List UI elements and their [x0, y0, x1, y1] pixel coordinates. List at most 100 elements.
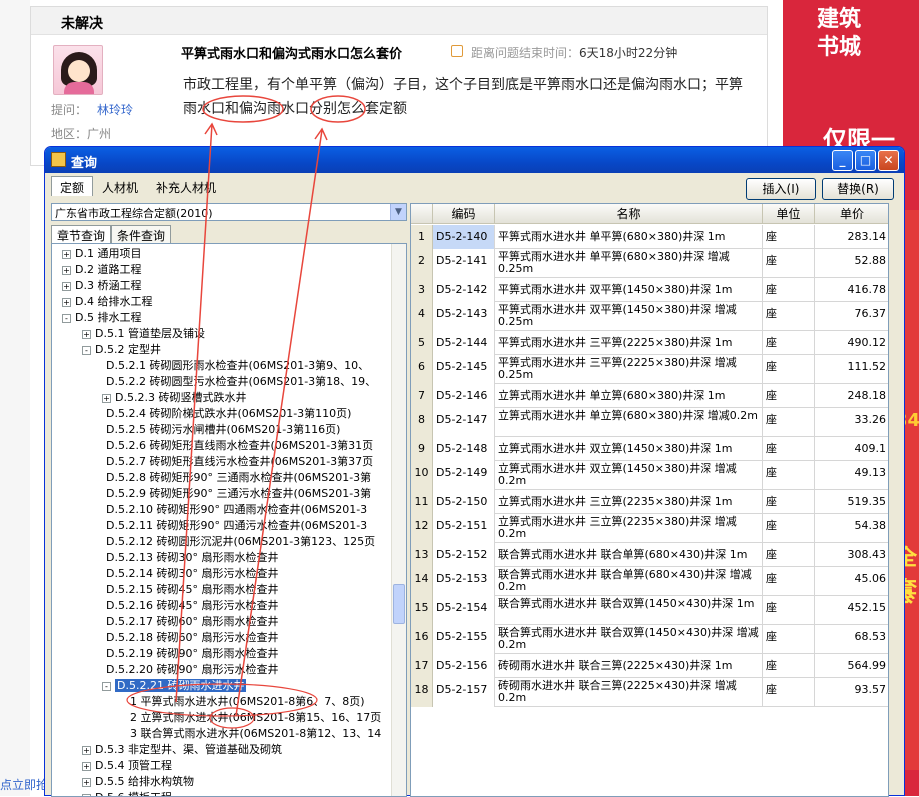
cell-code: D5-2-141 [433, 249, 495, 278]
collapse-icon[interactable]: - [62, 314, 71, 323]
tree-node[interactable]: +D.5.5 给排水构筑物 [82, 774, 194, 790]
tree-node[interactable]: 3 联合箅式雨水进水井(06MS201-8第12、13、14 [126, 726, 381, 742]
column-header-code[interactable]: 编码 [433, 204, 495, 224]
collapse-icon[interactable]: - [82, 346, 91, 355]
tree-node[interactable]: D.5.2.18 砖砌60° 扇形污水检查井 [102, 630, 278, 646]
tree-node[interactable]: D.5.2.8 砖砌矩形90° 三通雨水检查井(06MS201-3第 [102, 470, 371, 486]
expand-icon[interactable]: + [82, 794, 91, 797]
chapter-tree[interactable]: +D.1 通用项目+D.2 道路工程+D.3 桥涵工程+D.4 给排水工程-D.… [51, 243, 407, 797]
tree-node[interactable]: D.5.2.10 砖砌矩形90° 四通雨水检查井(06MS201-3 [102, 502, 367, 518]
expand-icon[interactable]: + [82, 746, 91, 755]
tab-chapter-query[interactable]: 章节查询 [51, 225, 111, 243]
tree-node[interactable]: D.5.2.5 砖砌污水闸槽井(06MS201-3第116页) [102, 422, 340, 438]
cell-code: D5-2-153 [433, 567, 495, 596]
cell-n: 12 [411, 514, 433, 543]
tree-node[interactable]: D.5.2.11 砖砌矩形90° 四通污水检查井(06MS201-3 [102, 518, 367, 534]
tree-node-label: D.5.2.8 砖砌矩形90° 三通雨水检查井(06MS201-3第 [106, 471, 371, 484]
tree-node[interactable]: +D.5.3 非定型井、渠、管道基础及砌筑 [82, 742, 282, 758]
collapse-icon[interactable]: - [102, 682, 111, 691]
table-row[interactable]: 12D5-2-151立箅式雨水进水井 三立箅(2235×380)井深 增减0.2… [411, 514, 889, 543]
tree-node[interactable]: 1 平箅式雨水进水井(06MS201-8第6、7、8页) [126, 694, 365, 710]
expand-icon[interactable]: + [82, 330, 91, 339]
tree-node[interactable]: D.5.2.20 砖砌90° 扇形污水检查井 [102, 662, 278, 678]
table-row[interactable]: 3D5-2-142平箅式雨水进水井 双平箅(1450×380)井深 1m座416… [411, 278, 889, 302]
tree-node[interactable]: D.5.2.13 砖砌30° 扇形雨水检查井 [102, 550, 278, 566]
tree-scrollbar[interactable] [391, 244, 406, 796]
cell-code: D5-2-144 [433, 331, 495, 355]
tree-node[interactable]: D.5.2.2 砖砌圆型污水检查井(06MS201-3第18、19、 [102, 374, 376, 390]
tree-scroll-thumb[interactable] [393, 584, 405, 624]
expand-icon[interactable]: + [62, 282, 71, 291]
table-row[interactable]: 18D5-2-157砖砌雨水进水井 联合三箅(2225×430)井深 增减0.2… [411, 678, 889, 707]
table-row[interactable]: 14D5-2-153联合箅式雨水进水井 联合单箅(680×430)井深 增减0.… [411, 567, 889, 596]
quota-table[interactable]: 编码 名称 单位 单价 1D5-2-140平箅式雨水进水井 单平箅(680×38… [410, 203, 889, 797]
table-row[interactable]: 16D5-2-155联合箅式雨水进水井 联合双箅(1450×430)井深 增减0… [411, 625, 889, 654]
table-row[interactable]: 4D5-2-143平箅式雨水进水井 双平箅(1450×380)井深 增减0.25… [411, 302, 889, 331]
tree-node[interactable]: D.5.2.17 砖砌60° 扇形雨水检查井 [102, 614, 278, 630]
tree-node[interactable]: D.5.2.19 砖砌90° 扇形雨水检查井 [102, 646, 278, 662]
table-row[interactable]: 11D5-2-150立箅式雨水进水井 三立箅(2235×380)井深 1m座51… [411, 490, 889, 514]
tab-quota[interactable]: 定额 [51, 176, 93, 196]
asker-name-link[interactable]: 林玲玲 [97, 103, 133, 117]
cell-name: 立箅式雨水进水井 单立箅(680×380)井深 1m [495, 384, 763, 408]
tree-node[interactable]: +D.5.2.3 砖砌竖槽式跌水井 [102, 390, 246, 406]
close-button[interactable]: ✕ [878, 150, 899, 171]
tree-node[interactable]: 2 立箅式雨水进水井(06MS201-8第15、16、17页 [126, 710, 381, 726]
tree-node[interactable]: -D.5.2.21 砖砌雨水进水井 [102, 678, 246, 694]
tree-node-label: D.5.2.7 砖砌矩形直线污水检查井(06MS201-3第37页 [106, 455, 373, 468]
tree-node[interactable]: +D.1 通用项目 [62, 246, 141, 262]
expand-icon[interactable]: + [62, 266, 71, 275]
minimize-button[interactable]: _ [832, 150, 853, 171]
tree-node-label: D.5.2.13 砖砌30° 扇形雨水检查井 [106, 551, 278, 564]
table-row[interactable]: 8D5-2-147立箅式雨水进水井 单立箅(680×380)井深 增减0.2m座… [411, 408, 889, 437]
table-row[interactable]: 5D5-2-144平箅式雨水进水井 三平箅(2225×380)井深 1m座490… [411, 331, 889, 355]
tree-node[interactable]: D.5.2.15 砖砌45° 扇形雨水检查井 [102, 582, 278, 598]
tree-subtabs: 章节查询 条件查询 [51, 225, 171, 243]
table-row[interactable]: 7D5-2-146立箅式雨水进水井 单立箅(680×380)井深 1m座248.… [411, 384, 889, 408]
expand-icon[interactable]: + [82, 762, 91, 771]
table-row[interactable]: 2D5-2-141平箅式雨水进水井 单平箅(680×380)井深 增减0.25m… [411, 249, 889, 278]
cell-name: 平箅式雨水进水井 三平箅(2225×380)井深 1m [495, 331, 763, 355]
tree-node[interactable]: +D.5.1 管道垫层及铺设 [82, 326, 205, 342]
tree-node[interactable]: -D.5 排水工程 [62, 310, 141, 326]
tab-supplementary-materials[interactable]: 补充人材机 [147, 176, 225, 196]
avatar[interactable] [53, 45, 103, 95]
expand-icon[interactable]: + [62, 298, 71, 307]
table-row[interactable]: 15D5-2-154联合箅式雨水进水井 联合双箅(1450×430)井深 1m座… [411, 596, 889, 625]
tab-condition-query[interactable]: 条件查询 [111, 225, 171, 243]
column-header-name[interactable]: 名称 [495, 204, 763, 224]
tree-node[interactable]: D.5.2.7 砖砌矩形直线污水检查井(06MS201-3第37页 [102, 454, 373, 470]
expand-icon[interactable]: + [102, 394, 111, 403]
tree-node[interactable]: +D.5.4 顶管工程 [82, 758, 172, 774]
replace-button[interactable]: 替换(R) [822, 178, 894, 200]
expand-icon[interactable]: + [62, 250, 71, 259]
chevron-down-icon[interactable]: ▼ [390, 204, 406, 220]
tree-node[interactable]: D.5.2.1 砖砌圆形雨水检查井(06MS201-3第9、10、 [102, 358, 369, 374]
dialog-titlebar[interactable]: 查询 _ □ ✕ [45, 147, 904, 173]
table-row[interactable]: 10D5-2-149立箅式雨水进水井 双立箅(1450×380)井深 增减0.2… [411, 461, 889, 490]
table-row[interactable]: 9D5-2-148立箅式雨水进水井 双立箅(1450×380)井深 1m座409… [411, 437, 889, 461]
table-row[interactable]: 13D5-2-152联合箅式雨水进水井 联合单箅(680×430)井深 1m座3… [411, 543, 889, 567]
expand-icon[interactable]: + [82, 778, 91, 787]
tree-node[interactable]: -D.5.2 定型井 [82, 342, 161, 358]
tree-node[interactable]: D.5.2.14 砖砌30° 扇形污水检查井 [102, 566, 278, 582]
column-header-unit[interactable]: 单位 [763, 204, 815, 224]
tree-node[interactable]: D.5.2.4 砖砌阶梯式跌水井(06MS201-3第110页) [102, 406, 351, 422]
quota-set-select[interactable]: 广东省市政工程综合定额(2010) ▼ [51, 203, 407, 221]
tree-node[interactable]: +D.2 道路工程 [62, 262, 141, 278]
cell-unit: 座 [763, 654, 815, 678]
tree-node[interactable]: D.5.2.16 砖砌45° 扇形污水检查井 [102, 598, 278, 614]
column-header-price[interactable]: 单价 [815, 204, 889, 224]
tree-node[interactable]: D.5.2.12 砖砌圆形沉泥井(06MS201-3第123、125页 [102, 534, 375, 550]
tree-node[interactable]: +D.3 桥涵工程 [62, 278, 141, 294]
table-row[interactable]: 1D5-2-140平箅式雨水进水井 单平箅(680×380)井深 1m座283.… [411, 225, 889, 249]
tab-materials[interactable]: 人材机 [93, 176, 147, 196]
table-row[interactable]: 17D5-2-156砖砌雨水进水井 联合三箅(2225×430)井深 1m座56… [411, 654, 889, 678]
table-row[interactable]: 6D5-2-145平箅式雨水进水井 三平箅(2225×380)井深 增减0.25… [411, 355, 889, 384]
insert-button[interactable]: 插入(I) [746, 178, 816, 200]
tree-node[interactable]: D.5.2.9 砖砌矩形90° 三通污水检查井(06MS201-3第 [102, 486, 371, 502]
cell-name: 联合箅式雨水进水井 联合双箅(1450×430)井深 增减0.2m [495, 625, 763, 654]
tree-node[interactable]: +D.4 给排水工程 [62, 294, 152, 310]
maximize-button[interactable]: □ [855, 150, 876, 171]
tree-node[interactable]: D.5.2.6 砖砌矩形直线雨水检查井(06MS201-3第31页 [102, 438, 373, 454]
